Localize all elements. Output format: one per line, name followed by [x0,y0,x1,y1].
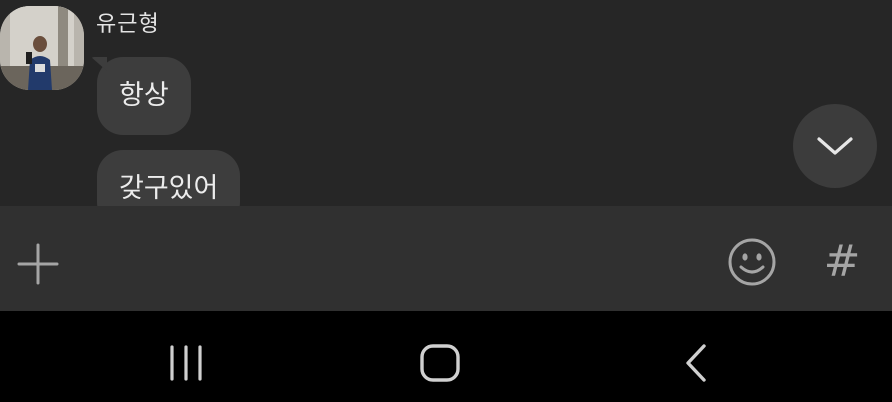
back-button[interactable] [666,337,726,389]
chevron-down-icon [817,137,853,155]
home-icon [420,344,460,382]
message-list[interactable]: 유근형 항상 갖구있어 [0,0,892,206]
home-button[interactable] [410,337,470,389]
sender-avatar[interactable] [0,6,84,90]
emoji-button[interactable] [724,234,780,290]
message-input-bar: # [0,206,892,311]
system-navigation-bar [0,311,892,402]
scroll-down-button[interactable] [793,104,877,188]
sender-name: 유근형 [96,12,160,37]
hashtag-button[interactable]: # [816,236,868,288]
plus-icon [17,243,59,285]
message-text: 갖구있어 [119,173,219,204]
message-text: 항상 [119,80,169,111]
message-bubble[interactable]: 항상 [97,57,191,135]
recent-apps-button[interactable] [156,337,216,389]
profile-photo [0,6,84,90]
hashtag-icon: # [823,236,861,287]
chat-screen: 유근형 항상 갖구있어 # [0,0,892,402]
attach-button[interactable] [12,238,64,290]
back-icon [686,344,706,382]
recent-apps-icon [170,345,202,381]
message-bubble[interactable]: 갖구있어 [97,150,241,206]
smiley-icon [728,238,776,286]
